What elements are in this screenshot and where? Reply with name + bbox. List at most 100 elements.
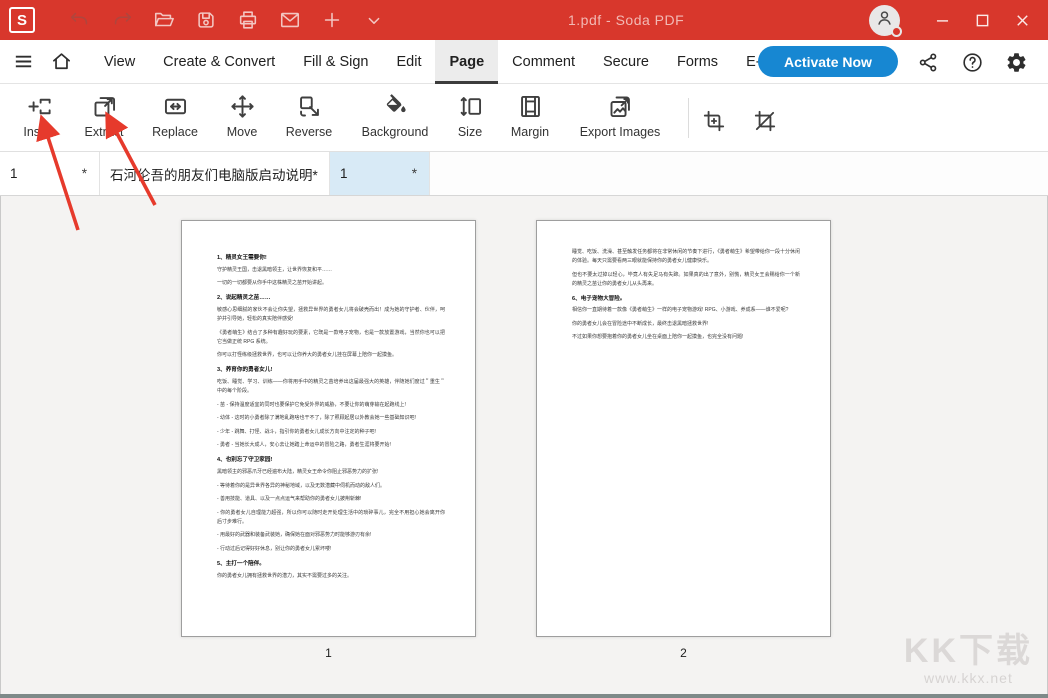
- titlebar-right: [869, 0, 1042, 40]
- page-margin-icon: [517, 93, 544, 120]
- menu-item-comment[interactable]: Comment: [498, 40, 589, 84]
- close-button[interactable]: [1002, 0, 1042, 40]
- page-number-label: 1: [181, 646, 476, 660]
- background-icon: [382, 93, 409, 120]
- hamburger-menu-icon[interactable]: [8, 47, 38, 77]
- menu-item-forms[interactable]: Forms: [663, 40, 732, 84]
- menubar-right-icons: [906, 40, 1038, 84]
- page-toolbar: InsertExtractReplaceMoveReverseBackgroun…: [0, 84, 1048, 152]
- save-icon[interactable]: [194, 8, 218, 32]
- page-paragraph: 吃饭、睡觉、学习、训练——你将用手中的精灵之苗培养出这届最强大的英雄，伴随她们度…: [217, 378, 445, 396]
- titlebar: S 1.pdf - Soda PDF: [0, 0, 1048, 40]
- page-heading: 5、主打一个陪伴。: [217, 560, 445, 569]
- crop-add-icon[interactable]: [697, 104, 731, 138]
- watermark-title: KK下载: [904, 633, 1033, 670]
- document-canvas: KK下载 www.kkx.net 1、精灵女王需要你!守护精灵王国，击退黑暗领主…: [0, 196, 1048, 694]
- page-paragraph: 一切的一切都要从你手中这株精灵之苗开始讲起。: [217, 279, 445, 288]
- page-heading: 1、精灵女王需要你!: [217, 254, 445, 263]
- extract-pages-icon: [91, 93, 118, 120]
- print-icon[interactable]: [236, 8, 260, 32]
- minimize-button[interactable]: [922, 0, 962, 40]
- activate-now-button[interactable]: Activate Now: [758, 46, 898, 77]
- page-heading: 6、电子宠物大冒险。: [572, 295, 800, 304]
- page-paragraph: 相信你一直期待着一款像《勇者萌生》一样的电子宠物游戏! RPG、小游戏、养成系—…: [572, 306, 800, 315]
- add-icon[interactable]: [320, 8, 344, 32]
- page-paragraph: - 幼体 - 这时的小勇者除了满地乱跑啥也干不了，除了照顾起居以外教会她一些基础…: [217, 414, 445, 423]
- insert-pages-icon: [26, 93, 53, 120]
- tool-label: Move: [227, 125, 258, 139]
- document-tab-2[interactable]: 石河伦吾的朋友们电脑版启动说明*: [100, 152, 330, 195]
- reverse-pages-icon: [296, 93, 323, 120]
- menu-item-edit[interactable]: Edit: [382, 40, 435, 84]
- page-paragraph: - 少年 - 跳舞、打怪、战斗，指引你的勇者女儿成长方向中注定的种子吧!: [217, 428, 445, 437]
- tool-label: Replace: [152, 125, 198, 139]
- menu-item-fill-sign[interactable]: Fill & Sign: [289, 40, 382, 84]
- page-paragraph: 你可以打怪练级拯救世界，也可以让你养大的勇者女儿挂在屏幕上陪你一起摸鱼。: [217, 351, 445, 360]
- page-heading: 3、养育你的勇者女儿!: [217, 366, 445, 375]
- notification-dot: [891, 26, 902, 37]
- tab-modified-indicator: *: [412, 166, 417, 181]
- menu-item-secure[interactable]: Secure: [589, 40, 663, 84]
- page-paragraph: 《勇者萌生》结合了多种有趣好玩的要素，它既是一款电子宠物，也是一款放置游戏，当然…: [217, 329, 445, 347]
- tool-label: Background: [362, 125, 429, 139]
- window-title: 1.pdf - Soda PDF: [568, 0, 684, 40]
- page-size-icon: [457, 93, 484, 120]
- home-icon[interactable]: [46, 47, 76, 77]
- user-account-button[interactable]: [869, 5, 900, 36]
- page-paragraph: - 苗 - 保持温度适宜的同时也要保护它免受外界的威胁，不要让你的萌芽输在起跑线…: [217, 401, 445, 410]
- menu-item-create-convert[interactable]: Create & Convert: [149, 40, 289, 84]
- menu-item-page[interactable]: Page: [435, 40, 498, 84]
- document-tabbar: 1*石河伦吾的朋友们电脑版启动说明*1*: [0, 152, 1048, 196]
- tab-modified-indicator: *: [82, 166, 87, 181]
- chevron-down-icon[interactable]: [362, 8, 386, 32]
- page-paragraph: 睡觉、吃饭、洗澡、甚至触发任务都将在非常休闲的节奏下进行，《勇者萌生》希望带给你…: [572, 248, 800, 266]
- tool-label: Margin: [511, 125, 549, 139]
- help-icon[interactable]: [957, 47, 987, 77]
- soda-pdf-window: { "titlebar": { "logo_letter": "S", "tit…: [0, 0, 1048, 698]
- menu-items: ViewCreate & ConvertFill & SignEditPageC…: [90, 40, 796, 84]
- page-heading: 4、也别忘了守卫家园!: [217, 456, 445, 465]
- page-number-label: 2: [536, 646, 831, 660]
- page-paragraph: 黑暗领主的邪恶爪牙已经遍布大陆，精灵女王命令你阻止邪恶势力的扩张!: [217, 468, 445, 477]
- tool-label: Reverse: [286, 125, 333, 139]
- undo-icon[interactable]: [68, 8, 92, 32]
- margin-button[interactable]: Margin: [485, 93, 575, 139]
- email-icon[interactable]: [278, 8, 302, 32]
- export-images-button[interactable]: Export Images: [575, 93, 665, 139]
- page-paragraph: 不过如果你想要抱着你的勇者女儿坐在桌面上陪你一起摸鱼，也完全没有问题!: [572, 333, 800, 342]
- replace-pages-icon: [162, 93, 189, 120]
- pdf-page-1[interactable]: 1、精灵女王需要你!守护精灵王国，击退黑暗领主，让世界恢复和平……一切的一切都要…: [181, 220, 476, 637]
- pdf-page-2[interactable]: 睡觉、吃饭、洗澡、甚至触发任务都将在非常休闲的节奏下进行，《勇者萌生》希望带给你…: [536, 220, 831, 637]
- toolbar-divider: [688, 98, 689, 138]
- watermark-url: www.kkx.net: [904, 670, 1033, 686]
- soda-pdf-logo[interactable]: S: [9, 7, 35, 33]
- menu-item-view[interactable]: View: [90, 40, 149, 84]
- tool-label: Size: [458, 125, 482, 139]
- tab-label: 1: [340, 166, 348, 181]
- page-paragraph: - 你的勇者女儿自理能力超强，所以你可以随时走开处理生活中的琐碎事儿，完全不用担…: [217, 509, 445, 527]
- page-paragraph: - 善用技能、道具、以及一点点运气来帮助你的勇者女儿披荆斩棘!: [217, 495, 445, 504]
- page-paragraph: 你的勇者女儿会在冒险途中不断成长，最终击退黑暗拯救世界!: [572, 320, 800, 329]
- maximize-button[interactable]: [962, 0, 1002, 40]
- page-paragraph: 敏感心思细腻的家伙不会让你失望，拯救异世界的勇者女儿将会破壳而出！成为她的守护者…: [217, 306, 445, 324]
- redo-icon[interactable]: [110, 8, 134, 32]
- document-tab-1[interactable]: 1*: [0, 152, 100, 195]
- page-paragraph: - 行动过后记得好好休息，别让你的勇者女儿累坏喽!: [217, 545, 445, 554]
- tab-label: 1: [10, 166, 18, 181]
- window-bottom-border: [0, 694, 1048, 698]
- export-images-icon: [607, 93, 634, 120]
- tool-label: Insert: [23, 125, 54, 139]
- settings-gear-icon[interactable]: [1001, 47, 1031, 77]
- quick-access-toolbar: [59, 8, 395, 32]
- document-tab-3[interactable]: 1*: [330, 152, 430, 195]
- reverse-button[interactable]: Reverse: [264, 93, 354, 139]
- page-paragraph: 你的勇者女儿拥有拯救世界的潜力，其实不需要过多的关注。: [217, 572, 445, 581]
- move-pages-icon: [229, 93, 256, 120]
- logo-letter: S: [17, 12, 27, 29]
- crop-slash-icon[interactable]: [748, 104, 782, 138]
- page-heading: 2、说起精灵之苗……: [217, 294, 445, 303]
- open-file-icon[interactable]: [152, 8, 176, 32]
- page-paragraph: - 勇者 - 当她长大成人，安心去让她踏上命运中的冒险之路，勇者生涯将要开始!: [217, 441, 445, 450]
- share-icon[interactable]: [913, 47, 943, 77]
- tab-label: 石河伦吾的朋友们电脑版启动说明*: [110, 164, 318, 184]
